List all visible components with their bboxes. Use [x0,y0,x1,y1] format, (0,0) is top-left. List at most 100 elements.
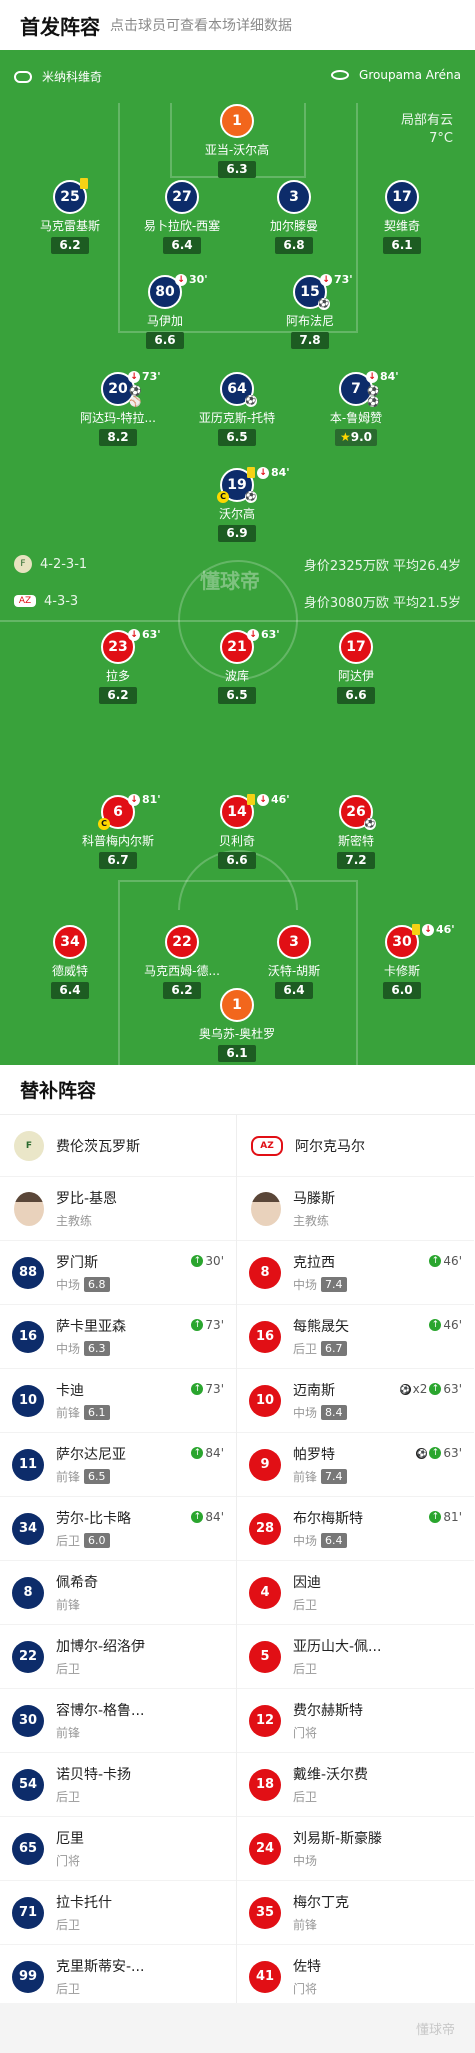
player-number: 54 [12,1768,44,1801]
sub-player-row[interactable]: 16 每熊晟矢 后卫 6.7 ↑ 46' [237,1305,474,1369]
away-team-row[interactable]: AZ 阿尔克马尔 [237,1115,474,1177]
player-rating: 6.2 [51,237,89,254]
player-card[interactable]: 17 阿达伊 6.6 [291,630,421,704]
sub-player-row[interactable]: 30 容博尔-格鲁... 前锋 [0,1689,236,1753]
sub-player-row[interactable]: 18 戴维-沃尔费 后卫 [237,1753,474,1817]
sub-on-icon: ↑ [191,1511,204,1523]
player-card[interactable]: 21 ↓ 63' 波库 6.5 [172,628,302,704]
player-position: 门将 [56,1854,81,1868]
number-text: 19 [227,477,247,493]
player-position: 后卫 [293,1790,318,1804]
sub-player-row[interactable]: 22 加博尔-绍洛伊 后卫 [0,1625,236,1689]
goal-count: x2 [412,1382,428,1396]
player-position: 门将 [293,1726,318,1740]
goal-icon: ⚽ [399,1383,411,1395]
player-card[interactable]: 20 ↓ 73' ⚽⚾ 阿达玛-特拉... 8.2 [53,370,183,446]
player-name: 科普梅内尔斯 [81,834,154,848]
player-card[interactable]: 14 ↓ 46' 贝利奇 6.6 [172,793,302,869]
player-name: 克里斯蒂安-... [56,1959,145,1975]
player-number: 15 ↓ 73' ⚽ [293,273,353,310]
player-number: 4 [249,1576,281,1609]
sub-player-row[interactable]: 11 萨尔达尼亚 前锋 6.5 ↑ 84' [0,1433,236,1497]
player-rating: 6.1 [383,237,421,254]
player-position-row: 门将 [56,1852,236,1869]
coach-row[interactable]: 马滕斯 主教练 [237,1177,474,1241]
player-name: 刘易斯-斯豪滕 [293,1831,383,1847]
player-name: 契维奇 [383,219,420,233]
sub-player-row[interactable]: 8 佩希奇 前锋 [0,1561,236,1625]
sub-player-row[interactable]: 65 厄里 门将 [0,1817,236,1881]
footer: 懂球帝 [0,2003,475,2053]
sub-player-row[interactable]: 71 拉卡托什 后卫 [0,1881,236,1945]
player-rating: 6.1 [218,1045,256,1062]
player-number: 22 [165,925,199,959]
player-position-row: 后卫 [293,1596,474,1613]
player-card[interactable]: 26 ⚽ 斯密特 7.2 [291,795,421,869]
home-team-row[interactable]: F 费伦茨瓦罗斯 [0,1115,236,1177]
player-position: 前锋 [56,1470,81,1484]
sub-player-row[interactable]: 35 梅尔丁克 前锋 [237,1881,474,1945]
sub-player-row[interactable]: 10 卡迪 前锋 6.1 ↑ 73' [0,1369,236,1433]
sub-player-row[interactable]: 99 克里斯蒂安-... 后卫 [0,1945,236,2009]
sub-player-row[interactable]: 16 萨卡里亚森 中场 6.3 ↑ 73' [0,1305,236,1369]
player-rating: 6.8 [275,237,313,254]
event-badge: ↓ 73' [320,273,353,286]
event-minute: 84' [380,370,399,383]
sub-player-row[interactable]: 9 帕罗特 前锋 7.4 ⚽ ↑ 63' [237,1433,474,1497]
player-rating: 6.0 [84,1533,110,1548]
player-number: 30 [12,1704,44,1737]
player-position-row: 后卫 [56,1788,236,1805]
sub-player-row[interactable]: 24 刘易斯-斯豪滕 中场 [237,1817,474,1881]
coach-name: 罗比-基恩 [56,1191,118,1207]
player-card[interactable]: 19 ↓ 84' C ⚽ 沃尔高 6.9 [172,466,302,542]
event-badge: ↓ 30' [175,273,208,286]
player-card[interactable]: 34 德威特 6.4 [5,925,135,999]
player-info: 因迪 后卫 [293,1572,474,1613]
sub-player-row[interactable]: 4 因迪 后卫 [237,1561,474,1625]
player-position-row: 前锋 7.4 [293,1468,474,1485]
sub-player-row[interactable]: 88 罗门斯 中场 6.8 ↑ 30' [0,1241,236,1305]
player-card[interactable]: 25 马克雷基斯 6.2 [5,178,135,254]
player-rating: 6.6 [146,332,184,349]
sub-player-row[interactable]: 28 布尔梅斯特 中场 6.4 ↑ 81' [237,1497,474,1561]
player-card[interactable]: 1 亚当-沃尔高 6.3 [172,104,302,178]
player-rating: 6.7 [99,852,137,869]
sub-player-row[interactable]: 5 亚历山大-佩... 后卫 [237,1625,474,1689]
player-name: 贝利奇 [218,834,255,848]
player-card[interactable]: 6 ↓ 81' C 科普梅内尔斯 6.7 [53,793,183,869]
player-card[interactable]: 23 ↓ 63' 拉多 6.2 [53,628,183,704]
player-card[interactable]: 15 ↓ 73' ⚽ 阿布法尼 7.8 [245,273,375,349]
player-position: 中场 [293,1406,318,1420]
player-name: 佐特 [293,1959,321,1975]
player-name: 容博尔-格鲁... [56,1703,145,1719]
player-card[interactable]: 64 ⚽ 亚历克斯-托特 6.5 [172,372,302,446]
player-rating: 6.2 [99,687,137,704]
player-position-row: 中场 7.4 [293,1276,474,1293]
sub-player-row[interactable]: 54 诺贝特-卡扬 后卫 [0,1753,236,1817]
away-formation: 4-3-3 [44,593,79,609]
sub-player-row[interactable]: 41 佐特 门将 [237,1945,474,2009]
player-card[interactable]: 80 ↓ 30' 马伊加 6.6 [100,273,230,349]
sub-player-row[interactable]: 12 费尔赫斯特 门将 [237,1689,474,1753]
player-card[interactable]: 1 奥乌苏-奥杜罗 6.1 [172,988,302,1062]
player-card[interactable]: 30 ↓ 46' 卡修斯 6.0 [337,923,467,999]
player-card[interactable]: 7 ↓ 84' ⚽⚽ 本-鲁姆赞 ★9.0 [291,370,421,446]
sub-player-row[interactable]: 8 克拉西 中场 7.4 ↑ 46' [237,1241,474,1305]
player-info: 厄里 门将 [56,1828,236,1869]
player-name: 卡迪 [56,1383,84,1399]
player-card[interactable]: 27 易卜拉欣-西塞 6.4 [117,180,247,254]
sub-player-row[interactable]: 10 迈南斯 中场 8.4 ⚽ x2 ↑ 63' [237,1369,474,1433]
player-number: 3 [277,925,311,959]
player-card[interactable]: 17 契维奇 6.1 [337,180,467,254]
player-rating: 6.3 [218,161,256,178]
home-team-logo-icon: F [14,555,32,573]
player-info: 佩希奇 前锋 [56,1572,236,1613]
player-position: 中场 [56,1342,81,1356]
event-minute: 73' [334,273,353,286]
player-info: 加博尔-绍洛伊 后卫 [56,1636,236,1677]
player-position: 中场 [293,1854,318,1868]
coach-row[interactable]: 罗比-基恩 主教练 [0,1177,236,1241]
player-position: 前锋 [56,1406,81,1420]
sub-player-row[interactable]: 34 劳尔-比卡略 后卫 6.0 ↑ 84' [0,1497,236,1561]
player-info: 诺贝特-卡扬 后卫 [56,1764,236,1805]
